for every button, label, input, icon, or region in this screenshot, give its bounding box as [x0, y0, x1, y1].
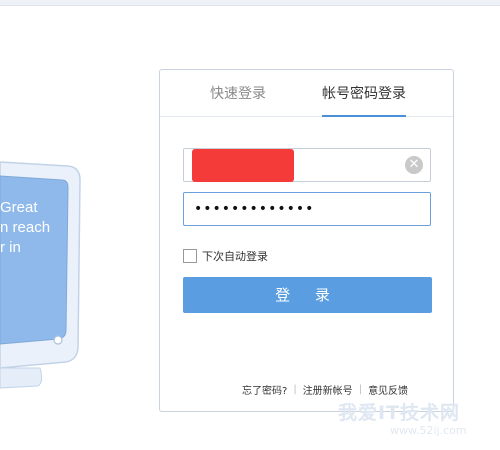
monitor-line: Great	[0, 199, 38, 216]
watermark-title: 我爱IT技术网	[338, 402, 461, 424]
monitor-illustration: Great n reach r in	[0, 0, 160, 446]
feedback-link[interactable]: 意见反馈	[368, 382, 408, 397]
link-separator: |	[293, 383, 297, 395]
login-tabs: 快速登录 帐号密码登录	[160, 70, 453, 117]
redacted-username	[192, 149, 294, 182]
auto-login-label: 下次自动登录	[202, 250, 268, 263]
auto-login-option[interactable]: 下次自动登录	[183, 248, 268, 264]
username-field[interactable]: ✕	[183, 148, 431, 182]
monitor-line: n reach	[0, 219, 51, 236]
password-value: •••••••••••••	[194, 201, 315, 217]
password-field[interactable]: •••••••••••••	[183, 192, 431, 226]
login-panel: 快速登录 帐号密码登录 ✕ ••••••••••••• 下次自动登录 登 录 忘…	[159, 69, 454, 412]
login-button[interactable]: 登 录	[183, 277, 432, 313]
forgot-password-link[interactable]: 忘了密码?	[242, 382, 287, 397]
watermark-url: www.52ij.com	[390, 424, 467, 437]
clear-icon[interactable]: ✕	[405, 156, 423, 174]
tab-quick-login[interactable]: 快速登录	[190, 70, 286, 116]
watermark: 我爱IT技术网 www.52ij.com	[322, 398, 500, 442]
monitor-screen-text: Great n reach r in	[0, 198, 70, 258]
monitor-line: r in	[0, 239, 21, 256]
link-separator: |	[358, 383, 363, 395]
footer-links: 忘了密码? | 注册新帐号 | 意见反馈	[242, 382, 408, 397]
tab-account-password-login[interactable]: 帐号密码登录	[310, 70, 418, 117]
auto-login-checkbox[interactable]	[183, 249, 197, 263]
register-link[interactable]: 注册新帐号	[303, 382, 353, 397]
